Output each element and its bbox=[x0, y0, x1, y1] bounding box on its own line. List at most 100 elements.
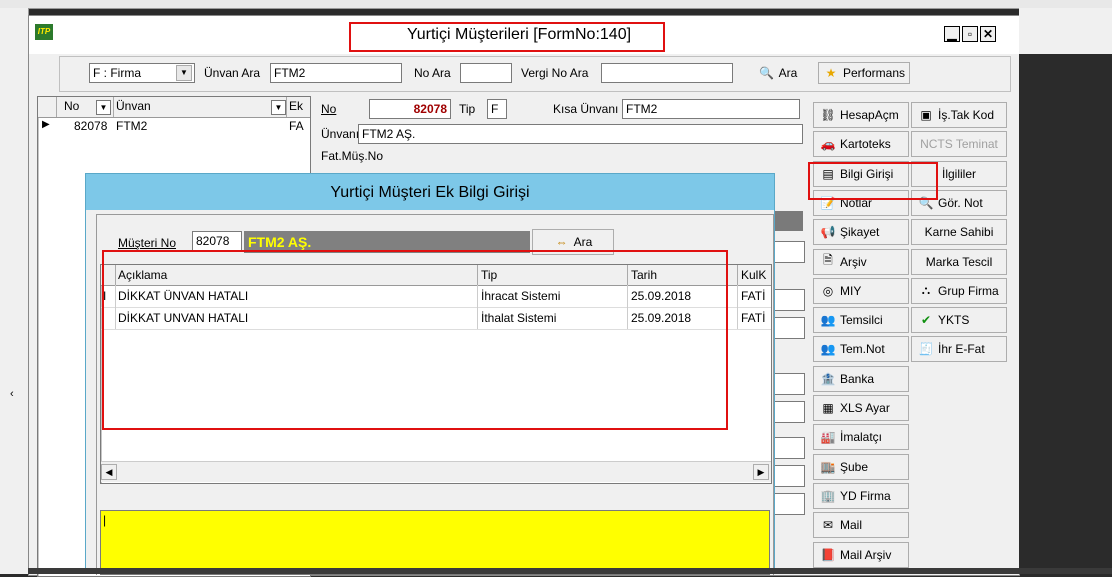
side-button-label: Grup Firma bbox=[938, 283, 999, 298]
row-kul: FATİ bbox=[741, 289, 766, 303]
side-button-b-6[interactable]: ⛬ Grup Firma bbox=[911, 277, 1007, 304]
side-button-label: YD Firma bbox=[840, 488, 891, 503]
vergi-search-input[interactable] bbox=[601, 63, 733, 83]
field-edge bbox=[773, 289, 805, 311]
tracking-icon: ▣ bbox=[920, 108, 932, 122]
col-kul-header[interactable]: KulK bbox=[741, 268, 766, 282]
row-unvan: FTM2 bbox=[116, 119, 148, 133]
side-button-a-13[interactable]: 🏢 YD Firma bbox=[813, 482, 909, 509]
side-button-a-4[interactable]: 📢 Şikayet bbox=[813, 219, 909, 246]
close-button[interactable]: ✕ bbox=[980, 26, 996, 42]
dialog-title: Yurtiçi Müşteri Ek Bilgi Girişi bbox=[330, 184, 530, 201]
unvan-label: Ünvanı bbox=[321, 127, 360, 141]
group-icon: ⛬ bbox=[921, 283, 931, 298]
musteri-no-field[interactable]: 82078 bbox=[192, 231, 242, 251]
side-button-b-4[interactable]: Karne Sahibi bbox=[911, 219, 1007, 246]
tip-field[interactable]: F bbox=[487, 99, 507, 119]
side-button-label: Marka Tescil bbox=[925, 254, 993, 269]
side-button-label: Mail bbox=[840, 518, 863, 533]
side-button-b-7[interactable]: ✔ YKTS bbox=[911, 307, 1007, 334]
side-button-a-10[interactable]: ▦ XLS Ayar bbox=[813, 395, 909, 421]
side-button-b-1[interactable]: NCTS Teminat bbox=[911, 131, 1007, 158]
kisa-unvan-label: Kısa Ünvanı bbox=[553, 102, 619, 116]
bank-icon: 🏦 bbox=[820, 371, 836, 386]
col-ek-header[interactable]: Ek bbox=[289, 99, 303, 113]
side-button-label: Mail Arşiv bbox=[840, 547, 892, 562]
globe-icon: ◎ bbox=[822, 283, 834, 298]
performance-button[interactable]: ★ Performans bbox=[818, 62, 910, 84]
col-divider bbox=[737, 265, 738, 285]
field-edge bbox=[773, 373, 805, 395]
side-button-label: İş.Tak Kod bbox=[938, 108, 995, 122]
desktop-right-area bbox=[1019, 8, 1112, 574]
unvan-search-input[interactable]: FTM2 bbox=[270, 63, 402, 83]
side-button-a-9[interactable]: 🏦 Banka bbox=[813, 365, 909, 392]
detail-backdrop bbox=[769, 181, 809, 561]
no-search-input[interactable] bbox=[460, 63, 512, 83]
side-button-label: Şikayet bbox=[840, 225, 880, 240]
side-button-label: Temsilci bbox=[840, 313, 883, 328]
side-button-a-12[interactable]: 🏬 Şube bbox=[813, 453, 909, 480]
row-ek: FA bbox=[289, 119, 304, 133]
people-note-icon: 👥 bbox=[820, 342, 836, 357]
search-list-icon: ⇔ bbox=[555, 235, 568, 249]
filter-select[interactable]: F : Firma ▼ bbox=[89, 63, 195, 83]
side-button-label: İlgililer bbox=[941, 166, 976, 181]
col-divider bbox=[113, 97, 114, 117]
unvan-search-label: Ünvan Ara bbox=[204, 66, 261, 80]
memo-field[interactable]: | bbox=[100, 510, 770, 575]
unvan-field[interactable]: FTM2 AŞ. bbox=[358, 124, 803, 144]
scroll-left-button[interactable]: ◀ bbox=[101, 464, 117, 480]
people-icon: 👥 bbox=[820, 313, 836, 328]
side-button-label: Şube bbox=[840, 459, 869, 474]
kisa-unvan-field[interactable]: FTM2 bbox=[622, 99, 800, 119]
col-no-header[interactable]: No bbox=[64, 99, 79, 113]
scroll-right-button[interactable]: ▶ bbox=[753, 464, 769, 480]
search-icon: 🔍 bbox=[759, 66, 775, 80]
side-button-b-8[interactable]: 🧾 İhr E-Fat bbox=[911, 336, 1007, 363]
search-bar: F : Firma ▼ Ünvan Ara FTM2 No Ara Vergi … bbox=[59, 56, 1011, 92]
side-button-label: XLS Ayar bbox=[840, 401, 890, 415]
side-button-label: NCTS Teminat bbox=[920, 137, 998, 152]
foreign-company-icon: 🏢 bbox=[820, 488, 836, 503]
side-button-a-11[interactable]: 🏭 İmalatçı bbox=[813, 424, 909, 451]
field-edge bbox=[773, 317, 805, 339]
mail-archive-icon: 📕 bbox=[820, 547, 836, 562]
window-controls: ▁ ▫ ✕ bbox=[944, 26, 996, 42]
side-button-a-15[interactable]: 📕 Mail Arşiv bbox=[813, 541, 909, 568]
side-button-a-6[interactable]: ◎ MIY bbox=[813, 277, 909, 304]
row-pointer-icon: ▶ bbox=[42, 119, 50, 130]
collapse-arrow-icon[interactable]: ‹ bbox=[10, 388, 14, 400]
side-button-b-5[interactable]: Marka Tescil bbox=[911, 248, 1007, 275]
horizontal-scrollbar[interactable]: ◀ ▶ bbox=[101, 461, 771, 482]
no-field[interactable]: 82078 bbox=[369, 99, 451, 119]
minimize-button[interactable]: ▁ bbox=[944, 26, 960, 42]
tip-label: Tip bbox=[459, 102, 476, 116]
side-button-a-0[interactable]: ⛓ HesapAçm bbox=[813, 102, 909, 128]
grid-highlight-box bbox=[102, 250, 728, 430]
desktop-right-strip bbox=[1019, 8, 1112, 54]
side-button-a-5[interactable]: 🗎 Arşiv bbox=[813, 248, 909, 275]
side-button-b-0[interactable]: ▣ İş.Tak Kod bbox=[911, 102, 1007, 128]
fat-mus-no-label: Fat.Müş.No bbox=[321, 149, 384, 163]
search-button[interactable]: 🔍 Ara bbox=[742, 62, 814, 84]
maximize-button[interactable]: ▫ bbox=[962, 26, 978, 42]
ek-bilgi-dialog: Yurtiçi Müşteri Ek Bilgi Girişi Müşteri … bbox=[85, 173, 775, 575]
side-button-label: İhr E-Fat bbox=[938, 342, 985, 357]
side-button-label: Karne Sahibi bbox=[924, 225, 994, 240]
invoice-icon: 🧾 bbox=[918, 342, 934, 357]
col-divider bbox=[737, 285, 738, 329]
side-button-a-14[interactable]: ✉ Mail bbox=[813, 512, 909, 539]
side-button-label: MIY bbox=[840, 283, 862, 298]
side-button-a-1[interactable]: 🚗 Kartoteks bbox=[813, 131, 909, 158]
col-unvan-header[interactable]: Ünvan bbox=[116, 99, 151, 113]
side-button-label: Gör. Not bbox=[938, 195, 983, 210]
chevron-down-icon[interactable]: ▼ bbox=[271, 100, 286, 115]
table-row[interactable]: ▶ 82078 FTM2 FA bbox=[38, 117, 310, 135]
side-button-label: İmalatçı bbox=[840, 430, 883, 445]
side-button-label: Kartoteks bbox=[840, 137, 891, 152]
chevron-down-icon[interactable]: ▼ bbox=[96, 100, 111, 115]
side-button-a-8[interactable]: 👥 Tem.Not bbox=[813, 336, 909, 363]
side-button-a-7[interactable]: 👥 Temsilci bbox=[813, 307, 909, 334]
side-button-label: HesapAçm bbox=[840, 108, 899, 122]
